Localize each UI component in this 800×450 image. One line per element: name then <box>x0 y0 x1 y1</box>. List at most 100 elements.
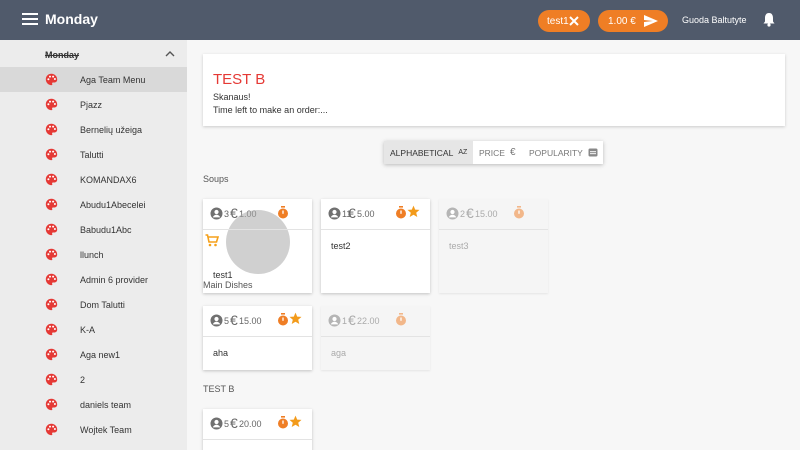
dish-divider <box>203 229 312 230</box>
palette-icon-wrap <box>45 223 58 241</box>
sort-price-label: PRICE <box>479 147 505 158</box>
dish-card[interactable]: 2 €15.00 test3 <box>439 199 548 293</box>
star-icon[interactable] <box>407 205 420 218</box>
bell-icon[interactable] <box>762 12 776 27</box>
timer-icon <box>396 206 406 219</box>
sidebar-item-label: KOMANDAX6 <box>80 175 137 185</box>
palette-icon <box>45 423 58 436</box>
order-chip-label: test1 <box>547 15 569 27</box>
sidebar-item-label: K-A <box>80 325 96 335</box>
sidebar-item[interactable]: Bernelių užeiga <box>0 117 187 142</box>
sort-toggle-group: ALPHABETICAL AZ PRICE € POPULARITY <box>384 141 603 164</box>
dish-card[interactable]: 11 €5.00 test2 <box>321 199 430 293</box>
palette-icon <box>45 123 58 136</box>
timer-icon <box>278 416 288 429</box>
dish-card[interactable]: 3€1.00 test1 Main Dishes <box>203 199 312 293</box>
palette-icon <box>45 348 58 361</box>
palette-icon <box>45 373 58 386</box>
sidebar-item[interactable]: Aga new1 <box>0 342 187 367</box>
palette-icon <box>45 223 58 236</box>
dish-stats-row: 11 €5.00 <box>321 199 430 229</box>
euro-icon: € <box>509 147 516 158</box>
dish-order-count: 3 <box>224 209 230 219</box>
sort-price-button[interactable]: PRICE € <box>473 141 523 164</box>
sidebar-group-title[interactable]: Monday <box>45 50 79 60</box>
chevron-up-icon[interactable] <box>164 49 176 59</box>
user-icon <box>210 207 223 220</box>
cart-icon[interactable] <box>205 234 219 247</box>
star-icon[interactable] <box>289 312 302 325</box>
sidebar-item[interactable]: Abudu1Abecelei <box>0 192 187 217</box>
dish-stats-row: 5 €15.00 <box>203 306 312 336</box>
palette-icon <box>45 273 58 286</box>
dish-card[interactable]: 5 €15.00 aha <box>203 306 312 370</box>
palette-icon <box>45 398 58 411</box>
sidebar-item[interactable]: KOMANDAX6 <box>0 167 187 192</box>
sort-alphabetical-button[interactable]: ALPHABETICAL AZ <box>384 141 473 164</box>
sidebar-item-label: Aga new1 <box>80 350 121 360</box>
timer-icon <box>278 313 288 326</box>
order-chip[interactable]: test1 <box>538 10 590 32</box>
order-message: Skanaus! <box>213 92 251 102</box>
dish-category: Main Dishes <box>203 280 253 290</box>
dish-name: test2 <box>331 241 351 251</box>
palette-icon <box>45 148 58 161</box>
dish-price: 15.00 <box>239 316 262 326</box>
section-title-soups: Soups <box>203 174 229 184</box>
user-icon <box>210 314 223 327</box>
sidebar-item[interactable]: 2 <box>0 367 187 392</box>
user-icon <box>446 207 459 220</box>
sidebar-item[interactable]: Aga Team Menu <box>0 67 187 92</box>
dish-order-count: 2 <box>460 209 466 219</box>
palette-icon-wrap <box>45 298 58 316</box>
section-title-test-b: TEST B <box>203 384 235 394</box>
sidebar-item[interactable]: Pjazz <box>0 92 187 117</box>
top-app-bar: Monday test1 1.00 € Guoda Baltutyte <box>0 0 800 40</box>
dish-card[interactable]: 1 €22.00 aga <box>321 306 430 370</box>
sidebar-item[interactable]: Admin 6 provider <box>0 267 187 292</box>
order-info-card: TEST B Skanaus! Time left to make an ord… <box>203 54 785 126</box>
sidebar-item-label: Abudu1Abecelei <box>80 200 146 210</box>
sidebar-item-label: Aga Team Menu <box>80 75 146 85</box>
sidebar: Monday Aga Team Menu Pjazz Bernelių užeiga… <box>0 40 187 450</box>
dish-price: 20.00 <box>239 419 262 429</box>
palette-icon <box>45 298 58 311</box>
sidebar-item-label: Wojtek Team <box>80 425 132 435</box>
sidebar-item[interactable]: K-A <box>0 317 187 342</box>
euro-icon: € <box>348 205 356 221</box>
dish-order-count: 5 <box>224 419 230 429</box>
sidebar-item-label: Dom Talutti <box>80 300 125 310</box>
sort-popularity-button[interactable]: POPULARITY <box>523 141 603 164</box>
palette-icon <box>45 98 58 111</box>
close-icon[interactable] <box>567 14 581 28</box>
sidebar-item[interactable]: daniels team <box>0 392 187 417</box>
sidebar-item[interactable]: llunch <box>0 242 187 267</box>
palette-icon <box>45 323 58 336</box>
sort-alphabetical-label: ALPHABETICAL <box>390 147 454 158</box>
menu-icon[interactable] <box>22 13 38 27</box>
user-name[interactable]: Guoda Baltutyte <box>682 15 747 25</box>
order-title: TEST B <box>213 71 266 88</box>
palette-icon-wrap <box>45 123 58 141</box>
palette-icon-wrap <box>45 348 58 366</box>
star-icon[interactable] <box>289 415 302 428</box>
palette-icon-wrap <box>45 98 58 116</box>
dish-name: aha <box>213 348 229 358</box>
palette-icon-wrap <box>45 248 58 266</box>
dish-name: aga <box>331 348 347 358</box>
dish-name: test3 <box>449 241 469 251</box>
send-icon[interactable] <box>643 14 659 28</box>
sidebar-item[interactable]: Wojtek Team <box>0 417 187 442</box>
dish-divider <box>203 439 312 440</box>
dish-card[interactable]: 5 €20.00 <box>203 409 312 450</box>
euro-icon: € <box>466 205 474 221</box>
sidebar-item[interactable]: Talutti <box>0 142 187 167</box>
euro-icon: € <box>348 312 356 328</box>
sidebar-item[interactable]: Dom Talutti <box>0 292 187 317</box>
submit-order-chip[interactable]: 1.00 € <box>598 10 668 32</box>
palette-icon-wrap <box>45 273 58 291</box>
app-title: Monday <box>45 11 98 27</box>
sidebar-item[interactable]: Babudu1Abc <box>0 217 187 242</box>
timer-icon <box>514 206 524 219</box>
dish-name: test1 <box>213 270 233 280</box>
